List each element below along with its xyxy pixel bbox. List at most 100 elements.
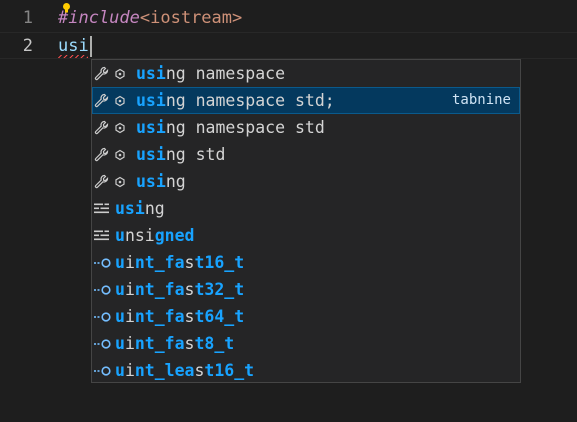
suggestion-kind-icon — [94, 141, 126, 168]
label-rest: ng namespace std — [165, 118, 325, 137]
suggestion-label: unsigned — [115, 222, 195, 249]
wrench-icon — [94, 174, 109, 189]
label-rest: i — [124, 334, 135, 353]
suggestion-item[interactable]: uint_fast32_t — [92, 276, 520, 303]
suggestion-item[interactable]: using — [92, 195, 520, 222]
label-rest: ng — [165, 172, 186, 191]
suggestion-item[interactable]: uint_least16_t — [92, 357, 520, 382]
suggestion-item[interactable]: using — [92, 168, 520, 195]
suggestion-kind-icon — [93, 195, 110, 222]
keyword-icon — [94, 203, 109, 214]
match-highlight: t8_t — [194, 334, 235, 353]
suggestion-item[interactable]: using std — [92, 141, 520, 168]
suggestion-kind-icon — [94, 114, 126, 141]
suggestion-kind-icon — [93, 303, 113, 330]
label-rest: s — [184, 307, 195, 326]
match-highlight: usi — [136, 64, 166, 83]
circle-icon — [115, 176, 125, 187]
error-squiggle — [58, 55, 88, 58]
match-highlight: u — [115, 280, 125, 299]
match-highlight: usi — [136, 91, 166, 110]
suggestion-label: using namespace std — [136, 114, 325, 141]
typedef-icon — [94, 338, 111, 349]
suggestion-label: uint_fast64_t — [115, 303, 244, 330]
match-highlight: nt_fa — [134, 253, 185, 272]
label-rest: i — [124, 280, 135, 299]
circle-icon — [115, 122, 125, 133]
lightbulb-icon[interactable] — [62, 3, 71, 13]
typedef-icon — [94, 311, 111, 322]
match-highlight: u — [115, 334, 125, 353]
text-cursor — [90, 36, 92, 57]
match-highlight: u — [115, 361, 125, 380]
match-highlight: t16_t — [204, 361, 255, 380]
editor-line-2[interactable]: 2 usi — [0, 32, 577, 59]
match-highlight: nt_fa — [134, 307, 185, 326]
suggestion-label: using — [136, 168, 186, 195]
keyword-icon — [94, 230, 109, 241]
label-rest: ng std — [165, 145, 226, 164]
wrench-icon — [94, 147, 109, 162]
suggestion-label: uint_fast32_t — [115, 276, 244, 303]
wrench-icon — [94, 120, 109, 135]
match-highlight: gned — [154, 226, 195, 245]
suggestion-item[interactable]: uint_fast8_t — [92, 330, 520, 357]
match-highlight: u — [115, 307, 125, 326]
label-rest: i — [124, 253, 135, 272]
suggestion-kind-icon — [94, 60, 126, 87]
suggestion-item[interactable]: uint_fast16_t — [92, 249, 520, 276]
line-number: 1 — [22, 8, 33, 28]
circle-icon — [115, 95, 125, 106]
suggestion-label: using namespace — [136, 60, 285, 87]
match-highlight: usi — [136, 118, 166, 137]
label-rest: s — [194, 361, 205, 380]
suggestion-item[interactable]: uint_fast64_t — [92, 303, 520, 330]
suggestion-item[interactable]: unsigned — [92, 222, 520, 249]
match-highlight: u — [115, 253, 125, 272]
suggestion-detail: tabnine — [451, 92, 511, 108]
suggestion-label: using — [115, 195, 165, 222]
line-number: 2 — [22, 36, 33, 56]
label-rest: i — [124, 361, 135, 380]
match-highlight: usi — [136, 145, 166, 164]
suggestion-label: using namespace std; — [136, 87, 335, 114]
editor-line-1[interactable]: 1 #include<iostream> — [0, 3, 577, 32]
suggestion-kind-icon — [94, 168, 126, 195]
suggestion-kind-icon — [94, 87, 126, 114]
circle-icon — [115, 68, 125, 79]
wrench-icon — [94, 93, 109, 108]
include-path: <iostream> — [139, 8, 243, 28]
suggestion-kind-icon — [93, 222, 110, 249]
suggestion-kind-icon — [93, 276, 113, 303]
label-rest: s — [184, 334, 195, 353]
label-rest: s — [184, 280, 195, 299]
suggestion-label: uint_fast8_t — [115, 330, 234, 357]
suggestion-label: uint_least16_t — [115, 357, 255, 382]
match-highlight: nt_fa — [134, 334, 185, 353]
label-rest: i — [124, 307, 135, 326]
match-highlight: t16_t — [194, 253, 245, 272]
suggestion-item[interactable]: using namespace — [92, 60, 520, 87]
label-rest: nsi — [124, 226, 155, 245]
typedef-icon — [94, 365, 111, 376]
suggestion-item[interactable]: using namespace std — [92, 114, 520, 141]
typedef-icon — [94, 257, 111, 268]
suggestion-label: using std — [136, 141, 225, 168]
line-code: #include<iostream> — [58, 5, 242, 32]
typedef-icon — [94, 284, 111, 295]
suggestion-label: uint_fast16_t — [115, 249, 244, 276]
code-editor[interactable]: 1 #include<iostream> 2 usi using namespa… — [0, 0, 577, 422]
match-highlight: nt_lea — [134, 361, 195, 380]
match-highlight: t32_t — [194, 280, 245, 299]
label-rest: ng namespace — [165, 64, 286, 83]
match-highlight: u — [115, 226, 125, 245]
label-rest: s — [184, 253, 195, 272]
match-highlight: t64_t — [194, 307, 245, 326]
suggestion-item[interactable]: using namespace std; tabnine — [92, 87, 520, 114]
suggestion-kind-icon — [93, 249, 113, 276]
match-highlight: usi — [115, 199, 145, 218]
match-highlight: nt_fa — [134, 280, 185, 299]
suggest-widget[interactable]: using namespace using namespace std; tabni… — [91, 59, 521, 383]
label-rest: ng — [144, 199, 165, 218]
suggestion-kind-icon — [93, 357, 113, 382]
